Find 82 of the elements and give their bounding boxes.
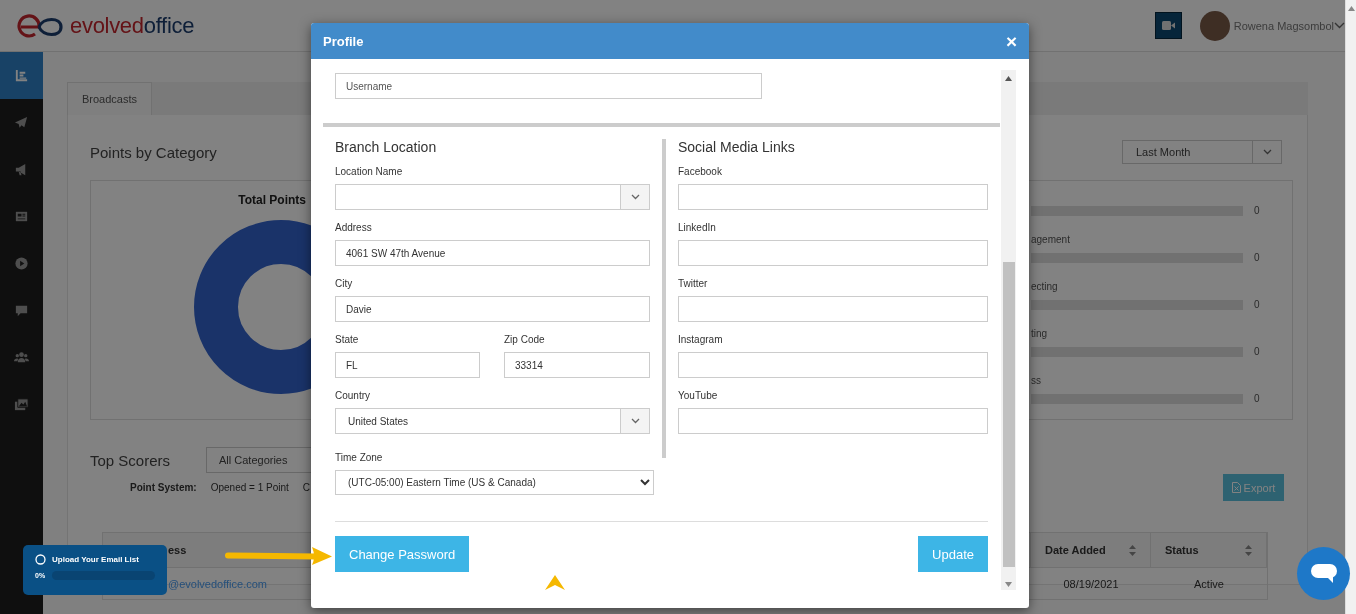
category-label: ss [1031,375,1041,386]
text-field[interactable] [678,184,988,210]
point-rule: C [302,482,311,493]
field-label: Facebook [678,166,723,178]
section-heading: Social Media Links [678,139,796,155]
table-cell: 08/19/2021 [1063,577,1119,590]
field-label: Address [335,222,373,234]
points-value: 0 [1254,346,1260,357]
category-label: ting [1031,328,1048,339]
field-label: LinkedIn [678,222,717,234]
chevron-down-icon [630,418,640,424]
points-value: 0 [1254,205,1260,216]
email-link[interactable]: @evolvedoffice.com [168,577,267,590]
text-field[interactable]: FL [335,352,480,378]
dropdown-field[interactable] [335,184,650,210]
points-value: 0 [1254,393,1260,404]
chart-title: Total Points [238,193,306,207]
dialog-title: Profile [323,33,364,49]
text-field[interactable]: Davie [335,296,650,322]
point-system-label: Point System: [130,482,197,493]
camera-icon [1161,21,1175,30]
chevron-down-icon [1262,149,1272,155]
column-header[interactable]: Date Added [1045,544,1106,556]
video-call-button[interactable] [1154,12,1182,39]
text-field[interactable] [678,296,988,322]
text-field[interactable] [678,408,988,434]
scroll-up-icon[interactable] [1347,6,1355,11]
dropdown-field[interactable]: (UTC-05:00) Eastern Time (US & Canada) [335,470,654,495]
field-label: Location Name [335,166,404,178]
logo-text: evolvedoffice [70,12,195,39]
spreadsheet-file-icon [1231,482,1241,493]
text-field[interactable] [678,352,988,378]
column-header[interactable]: ess [168,544,187,556]
section-heading: Branch Location [335,139,438,155]
period-select[interactable]: Last Month [1122,140,1282,164]
play-icon [14,256,29,271]
circle-icon [35,554,46,565]
field-label: Instagram [678,334,724,346]
speech-bubble-icon [1309,562,1338,585]
category-label: agement [1031,234,1070,245]
user-name[interactable]: Rowena Magsombol [1233,19,1334,32]
username-field[interactable]: Username [335,73,762,99]
points-value: 0 [1254,299,1260,310]
sort-icon[interactable] [1245,544,1252,556]
text-field[interactable]: 4061 SW 47th Avenue [335,240,650,266]
sort-icon[interactable] [1129,544,1136,556]
users-icon [14,350,29,365]
field-label: Twitter [678,278,709,290]
section-title: Top Scorers [90,451,172,469]
paper-plane-icon [14,115,29,130]
field-label: Time Zone [335,452,384,464]
text-field[interactable] [678,240,988,266]
chevron-down-icon [630,194,640,200]
comment-icon [14,303,29,318]
table-cell: Active [1194,577,1224,590]
newspaper-icon [14,209,29,224]
caret-icon[interactable] [1334,22,1345,29]
field-label: Zip Code [504,334,546,346]
section-title: Points by Category [90,143,217,161]
close-button[interactable]: × [1005,31,1017,51]
triangle-mark [545,575,565,590]
field-label: State [335,334,360,346]
tab[interactable]: Broadcasts [67,82,153,115]
scroll-down-icon[interactable] [1005,582,1012,587]
avatar[interactable] [1199,10,1230,41]
text-field[interactable]: 33314 [504,352,650,378]
images-icon [14,397,29,412]
sidebar-item[interactable] [0,52,43,99]
chart-icon [14,68,29,83]
update-button[interactable]: Update [918,536,988,572]
points-value: 0 [1254,252,1260,263]
column-header[interactable]: Status [1165,544,1199,556]
field-label: Country [335,390,371,402]
category-select[interactable]: All Categories [206,447,311,473]
field-label: City [335,278,354,290]
field-label: YouTube [678,390,719,402]
category-label: ecting [1031,281,1058,292]
point-rule: Opened = 1 Point [210,482,289,493]
scrollbar-thumb[interactable] [1002,262,1015,567]
toast-title: Upload Your Email List [52,555,139,564]
dropdown-field[interactable]: United States [335,408,650,434]
change-password-button[interactable]: Change Password [335,536,470,572]
